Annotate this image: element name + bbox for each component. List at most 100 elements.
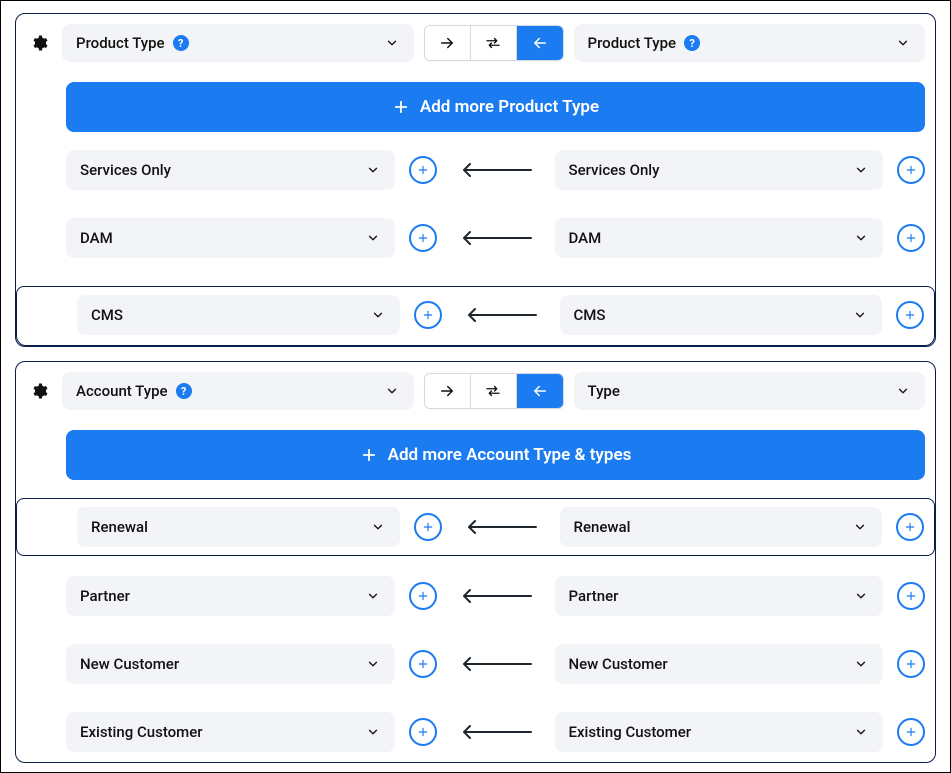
left-field-label: Account Type xyxy=(76,382,168,400)
right-value-label: Renewal xyxy=(574,518,631,536)
add-more-label: Add more Product Type xyxy=(420,97,599,117)
right-value-label: New Customer xyxy=(569,655,668,673)
help-icon[interactable]: ? xyxy=(173,35,189,51)
mapping-row: DAM DAM xyxy=(66,218,925,258)
help-icon[interactable]: ? xyxy=(176,383,192,399)
direction-both-button[interactable] xyxy=(471,26,517,60)
gear-icon[interactable] xyxy=(26,34,52,52)
chevron-down-icon xyxy=(370,519,386,535)
right-value-label: CMS xyxy=(574,306,606,324)
help-icon[interactable]: ? xyxy=(684,35,700,51)
left-value-dropdown[interactable]: Services Only xyxy=(66,150,395,190)
chevron-down-icon xyxy=(384,383,400,399)
left-value-label: Renewal xyxy=(91,518,148,536)
left-value-dropdown[interactable]: CMS xyxy=(77,295,400,335)
add-right-button[interactable] xyxy=(897,650,925,678)
add-left-button[interactable] xyxy=(409,650,437,678)
mapping-row: Partner Partner xyxy=(66,576,925,616)
mapping-editor: Product Type ? xyxy=(0,0,951,773)
arrow-left-icon xyxy=(451,723,541,741)
add-right-button[interactable] xyxy=(897,224,925,252)
add-left-button[interactable] xyxy=(414,301,442,329)
left-value-label: DAM xyxy=(80,229,113,247)
left-field-dropdown[interactable]: Product Type ? xyxy=(62,24,414,62)
arrow-left-icon xyxy=(451,161,541,179)
chevron-down-icon xyxy=(853,724,869,740)
add-more-label: Add more Account Type & types xyxy=(388,445,632,465)
right-value-dropdown[interactable]: Services Only xyxy=(555,150,884,190)
add-left-button[interactable] xyxy=(409,718,437,746)
right-value-label: Partner xyxy=(569,587,619,605)
right-value-dropdown[interactable]: Partner xyxy=(555,576,884,616)
chevron-down-icon xyxy=(365,230,381,246)
add-more-button[interactable]: Add more Product Type xyxy=(66,82,925,132)
chevron-down-icon xyxy=(365,656,381,672)
add-left-button[interactable] xyxy=(414,513,442,541)
chevron-down-icon xyxy=(365,588,381,604)
right-value-dropdown[interactable]: Renewal xyxy=(560,507,883,547)
chevron-down-icon xyxy=(853,656,869,672)
left-value-dropdown[interactable]: Partner xyxy=(66,576,395,616)
left-value-label: Partner xyxy=(80,587,130,605)
panel-header: Product Type ? xyxy=(26,24,925,62)
chevron-down-icon xyxy=(852,519,868,535)
add-left-button[interactable] xyxy=(409,224,437,252)
mapping-row: New Customer New Customer xyxy=(66,644,925,684)
right-value-dropdown[interactable]: New Customer xyxy=(555,644,884,684)
mapping-panel-account-type: Account Type ? xyxy=(15,361,936,763)
add-more-button[interactable]: Add more Account Type & types xyxy=(66,430,925,480)
arrow-left-icon xyxy=(451,587,541,605)
chevron-down-icon xyxy=(853,230,869,246)
right-field-dropdown[interactable]: Type xyxy=(574,372,926,410)
right-field-dropdown[interactable]: Product Type ? xyxy=(574,24,926,62)
mapping-panel-product-type: Product Type ? xyxy=(15,13,936,347)
arrow-left-icon xyxy=(451,229,541,247)
left-value-dropdown[interactable]: DAM xyxy=(66,218,395,258)
direction-right-button[interactable] xyxy=(425,374,471,408)
left-field-dropdown[interactable]: Account Type ? xyxy=(62,372,414,410)
direction-right-button[interactable] xyxy=(425,26,471,60)
add-left-button[interactable] xyxy=(409,156,437,184)
right-value-label: Services Only xyxy=(569,161,660,179)
chevron-down-icon xyxy=(895,383,911,399)
mapping-row-selected: CMS CMS xyxy=(16,286,935,346)
chevron-down-icon xyxy=(853,162,869,178)
add-right-button[interactable] xyxy=(897,156,925,184)
right-value-dropdown[interactable]: Existing Customer xyxy=(555,712,884,752)
right-value-dropdown[interactable]: DAM xyxy=(555,218,884,258)
right-field-label: Type xyxy=(588,382,620,400)
left-field-label: Product Type xyxy=(76,34,165,52)
mapping-row: Services Only Services Only xyxy=(66,150,925,190)
chevron-down-icon xyxy=(852,307,868,323)
panel-header: Account Type ? xyxy=(26,372,925,410)
direction-toggle xyxy=(424,373,564,409)
arrow-left-icon xyxy=(456,518,546,536)
add-right-button[interactable] xyxy=(896,301,924,329)
add-left-button[interactable] xyxy=(409,582,437,610)
arrow-left-icon xyxy=(456,306,546,324)
left-value-label: Existing Customer xyxy=(80,723,203,741)
right-value-label: Existing Customer xyxy=(569,723,692,741)
direction-both-button[interactable] xyxy=(471,374,517,408)
direction-left-button[interactable] xyxy=(517,374,563,408)
left-value-label: New Customer xyxy=(80,655,179,673)
add-right-button[interactable] xyxy=(897,718,925,746)
left-value-dropdown[interactable]: Renewal xyxy=(77,507,400,547)
chevron-down-icon xyxy=(365,724,381,740)
left-value-label: CMS xyxy=(91,306,123,324)
left-value-label: Services Only xyxy=(80,161,171,179)
gear-icon[interactable] xyxy=(26,382,52,400)
chevron-down-icon xyxy=(853,588,869,604)
direction-toggle xyxy=(424,25,564,61)
mapping-row: Existing Customer Existing Customer xyxy=(66,712,925,752)
add-right-button[interactable] xyxy=(897,582,925,610)
chevron-down-icon xyxy=(370,307,386,323)
left-value-dropdown[interactable]: New Customer xyxy=(66,644,395,684)
right-field-label: Product Type xyxy=(588,34,677,52)
chevron-down-icon xyxy=(384,35,400,51)
arrow-left-icon xyxy=(451,655,541,673)
direction-left-button[interactable] xyxy=(517,26,563,60)
add-right-button[interactable] xyxy=(896,513,924,541)
right-value-dropdown[interactable]: CMS xyxy=(560,295,883,335)
left-value-dropdown[interactable]: Existing Customer xyxy=(66,712,395,752)
